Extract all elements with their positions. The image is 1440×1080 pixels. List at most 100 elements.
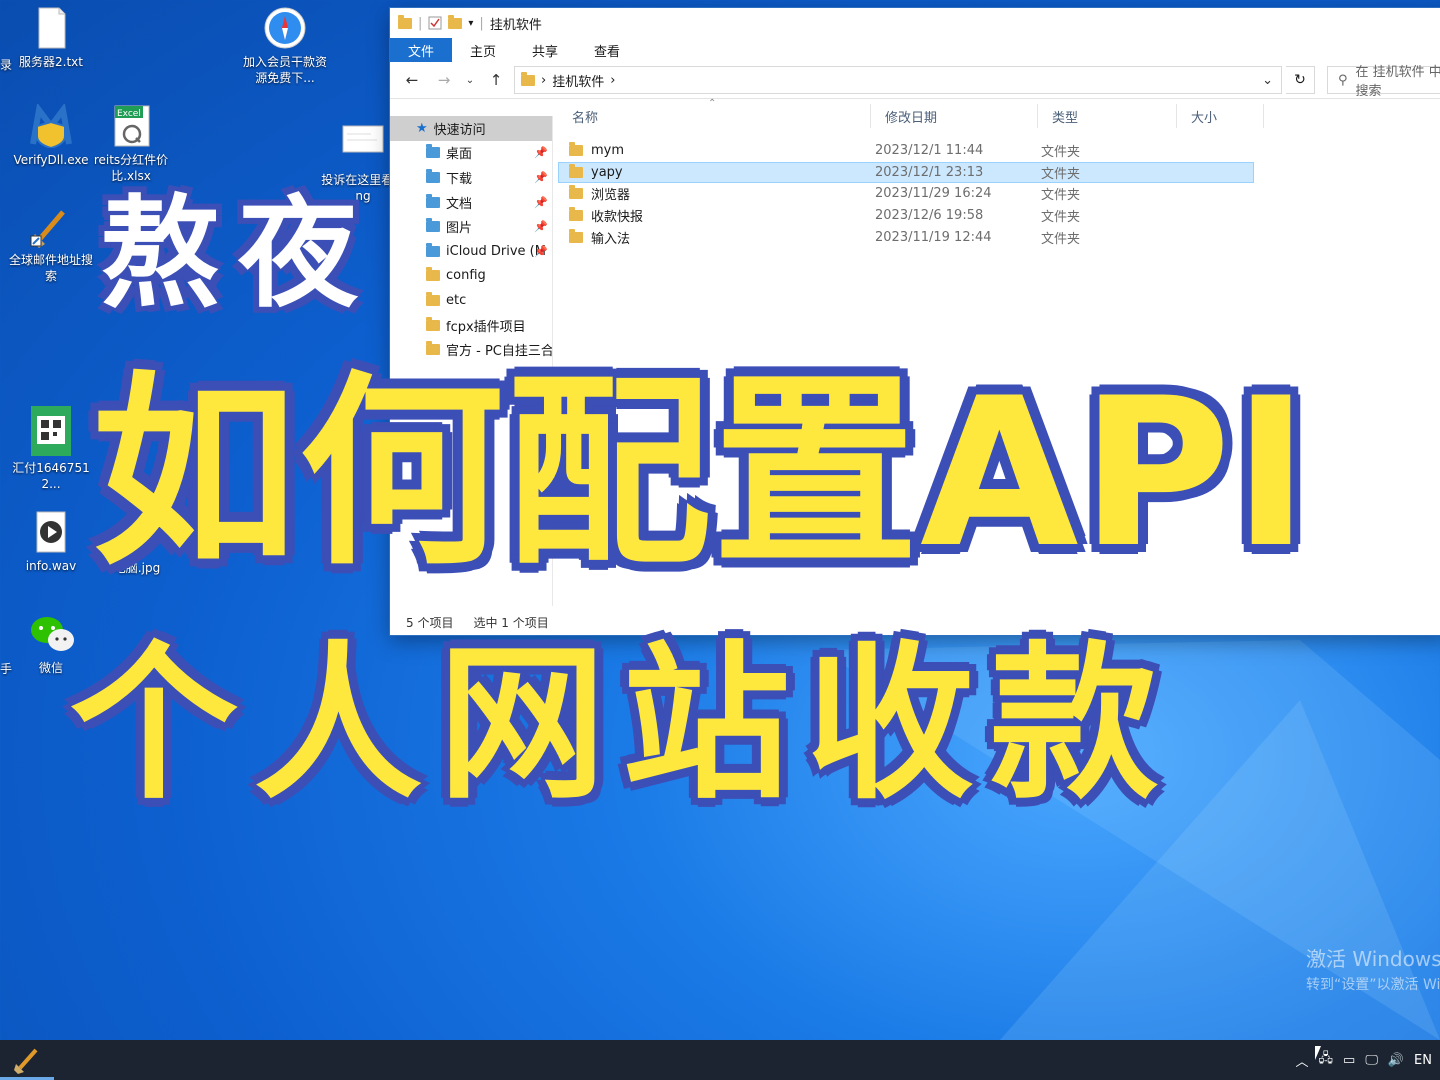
desktop-icon-label: 全球邮件地址搜索 [8,253,93,283]
file-type: 文件夹 [1041,231,1081,247]
display-icon[interactable]: 🖵 [1365,1053,1378,1068]
taskbar-app-shovel[interactable] [0,1040,54,1080]
file-type: 文件夹 [1041,188,1081,204]
taskbar: ︿ 🖧 ▭ 🖵 🔊 EN [0,1040,1440,1080]
sidebar-item-config[interactable]: config [390,264,552,289]
address-bar[interactable]: › 挂机软件 › ⌄ [514,66,1282,94]
desktop-icon-shovel[interactable]: 全球邮件地址搜索 [6,204,96,284]
desktop-icon-label: 加入会员干款资源免费下... [242,55,327,85]
sidebar-item-desktop[interactable]: 桌面 📌 [390,141,552,166]
mouse-cursor-icon [1315,1046,1321,1060]
desktop-icon-wav[interactable]: info.wav [6,510,96,574]
desktop-icon-safari[interactable]: 加入会员干款资源免费下... [240,6,330,86]
back-arrow-icon[interactable]: ← [398,66,426,94]
media-file-icon [29,510,73,554]
activation-watermark: 激活 Windows 转到“设置”以激活 Windows。 [1306,943,1440,994]
desktop-icon-txt[interactable]: 服务器2.txt [6,6,96,70]
window-title: 挂机软件 [489,17,542,33]
column-header-size[interactable]: 大小 [1177,104,1264,128]
search-input[interactable]: ⚲ 在 挂机软件 中搜索 [1327,65,1440,99]
sidebar-item-label: fcpx插件项目 [446,319,526,335]
desktop-icon-qr[interactable]: 汇付16467512... [6,406,96,492]
pin-icon: 📌 [534,220,548,234]
desktop-icon-xlsx[interactable]: Excel reits分红件价比.xlsx [86,104,176,184]
folder-icon [569,185,583,200]
tab-view[interactable]: 查看 [576,38,638,62]
text-file-icon [29,6,73,50]
desktop-icon-label: 汇付16467512... [12,461,90,491]
pin-icon: 📌 [534,146,548,160]
folder-icon [398,14,412,29]
sidebar-item-documents[interactable]: 文档 📌 [390,190,552,215]
watermark-subtitle: 转到“设置”以激活 Windows。 [1306,977,1440,993]
sidebar-item-label: 桌面 [446,147,473,163]
customize-toolbar-icon[interactable]: ▾ [468,18,473,29]
documents-folder-icon [426,193,440,208]
download-folder-icon [426,168,440,183]
battery-icon[interactable]: ▭ [1343,1053,1355,1068]
folder-icon [569,207,583,222]
breadcrumb-item[interactable]: 挂机软件 [552,71,604,90]
new-folder-icon[interactable] [448,14,463,29]
sidebar-item-label: 快速访问 [433,122,486,138]
table-row[interactable]: 收款快报 2023/12/6 19:58 文件夹 [558,205,1254,227]
folder-icon [521,71,535,86]
tab-file[interactable]: 文件 [390,38,453,62]
table-row[interactable]: 输入法 2023/11/19 12:44 文件夹 [558,226,1254,248]
sidebar-item-label: 文档 [446,196,473,212]
file-name: 收款快报 [591,210,644,226]
desktop-icon-label: VerifyDll.exe [13,153,89,167]
desktop-icon-label: info.wav [25,559,77,573]
sidebar-item-label: iCloud Drive (M [446,243,546,259]
file-date: 2023/12/6 19:58 [875,208,984,224]
sidebar-item-pictures[interactable]: 图片 📌 [390,214,552,239]
excel-badge: Excel [117,109,141,119]
refresh-icon[interactable]: ↻ [1286,66,1315,94]
overlay-title-line3: 个人网站收款 [69,626,1174,822]
breadcrumb-chevron-icon: › [541,72,547,88]
sidebar-item-label: config [446,268,486,284]
desktop-folder-icon [426,144,440,159]
file-date: 2023/11/29 16:24 [875,186,992,202]
recent-locations-chevron-icon[interactable]: ⌄ [462,66,478,94]
excel-file-icon: Excel [109,104,153,148]
up-arrow-icon[interactable]: ↑ [482,66,510,94]
file-name: yapy [591,164,623,180]
sidebar-item-downloads[interactable]: 下载 📌 [390,165,552,190]
sidebar-item-fcpx[interactable]: fcpx插件项目 [390,313,552,338]
file-date: 2023/12/1 11:44 [875,143,984,159]
column-header-type[interactable]: 类型 [1038,104,1177,128]
sidebar-item-etc[interactable]: etc [390,288,552,313]
window-titlebar: | ▾ | 挂机软件 [390,8,1440,38]
wechat-icon [29,612,74,656]
overlay-title-line2: 如何配置API [90,355,1312,593]
properties-icon[interactable] [428,16,442,30]
tab-home[interactable]: 主页 [452,38,514,62]
sidebar-item-quick-access[interactable]: ★ 快速访问 [390,116,552,141]
column-headers: ⌃ 名称 修改日期 类型 大小 [558,98,1438,128]
table-row[interactable]: 浏览器 2023/11/29 16:24 文件夹 [558,183,1254,205]
volume-icon[interactable]: 🔊 [1388,1053,1404,1068]
cloud-folder-icon [426,242,440,257]
compass-icon [263,6,307,50]
chevron-down-icon[interactable]: ⌄ [1262,73,1281,88]
table-row[interactable]: mym 2023/12/1 11:44 文件夹 [558,140,1254,162]
desktop-icon-label: reits分红件价比.xlsx [93,153,169,183]
breadcrumb-chevron-icon: › [610,72,616,88]
column-header-date[interactable]: 修改日期 [871,104,1038,128]
file-name: mym [591,143,625,159]
forward-arrow-icon[interactable]: → [430,66,458,94]
table-row-selected[interactable]: yapy 2023/12/1 23:13 文件夹 [558,161,1254,184]
file-type: 文件夹 [1041,210,1081,226]
folder-icon [426,267,440,282]
folder-icon [426,316,440,331]
sort-caret-icon: ⌃ [708,98,717,109]
chevron-up-icon[interactable]: ︿ [1296,1051,1309,1070]
star-icon: ★ [416,120,428,136]
tab-share[interactable]: 共享 [514,38,576,62]
folder-icon [569,228,583,243]
language-indicator[interactable]: EN [1414,1053,1432,1068]
sidebar-item-icloud[interactable]: iCloud Drive (M 📌 [390,239,552,264]
folder-icon [569,142,583,157]
desktop-icon-verifydll[interactable]: VerifyDll.exe [6,102,96,168]
